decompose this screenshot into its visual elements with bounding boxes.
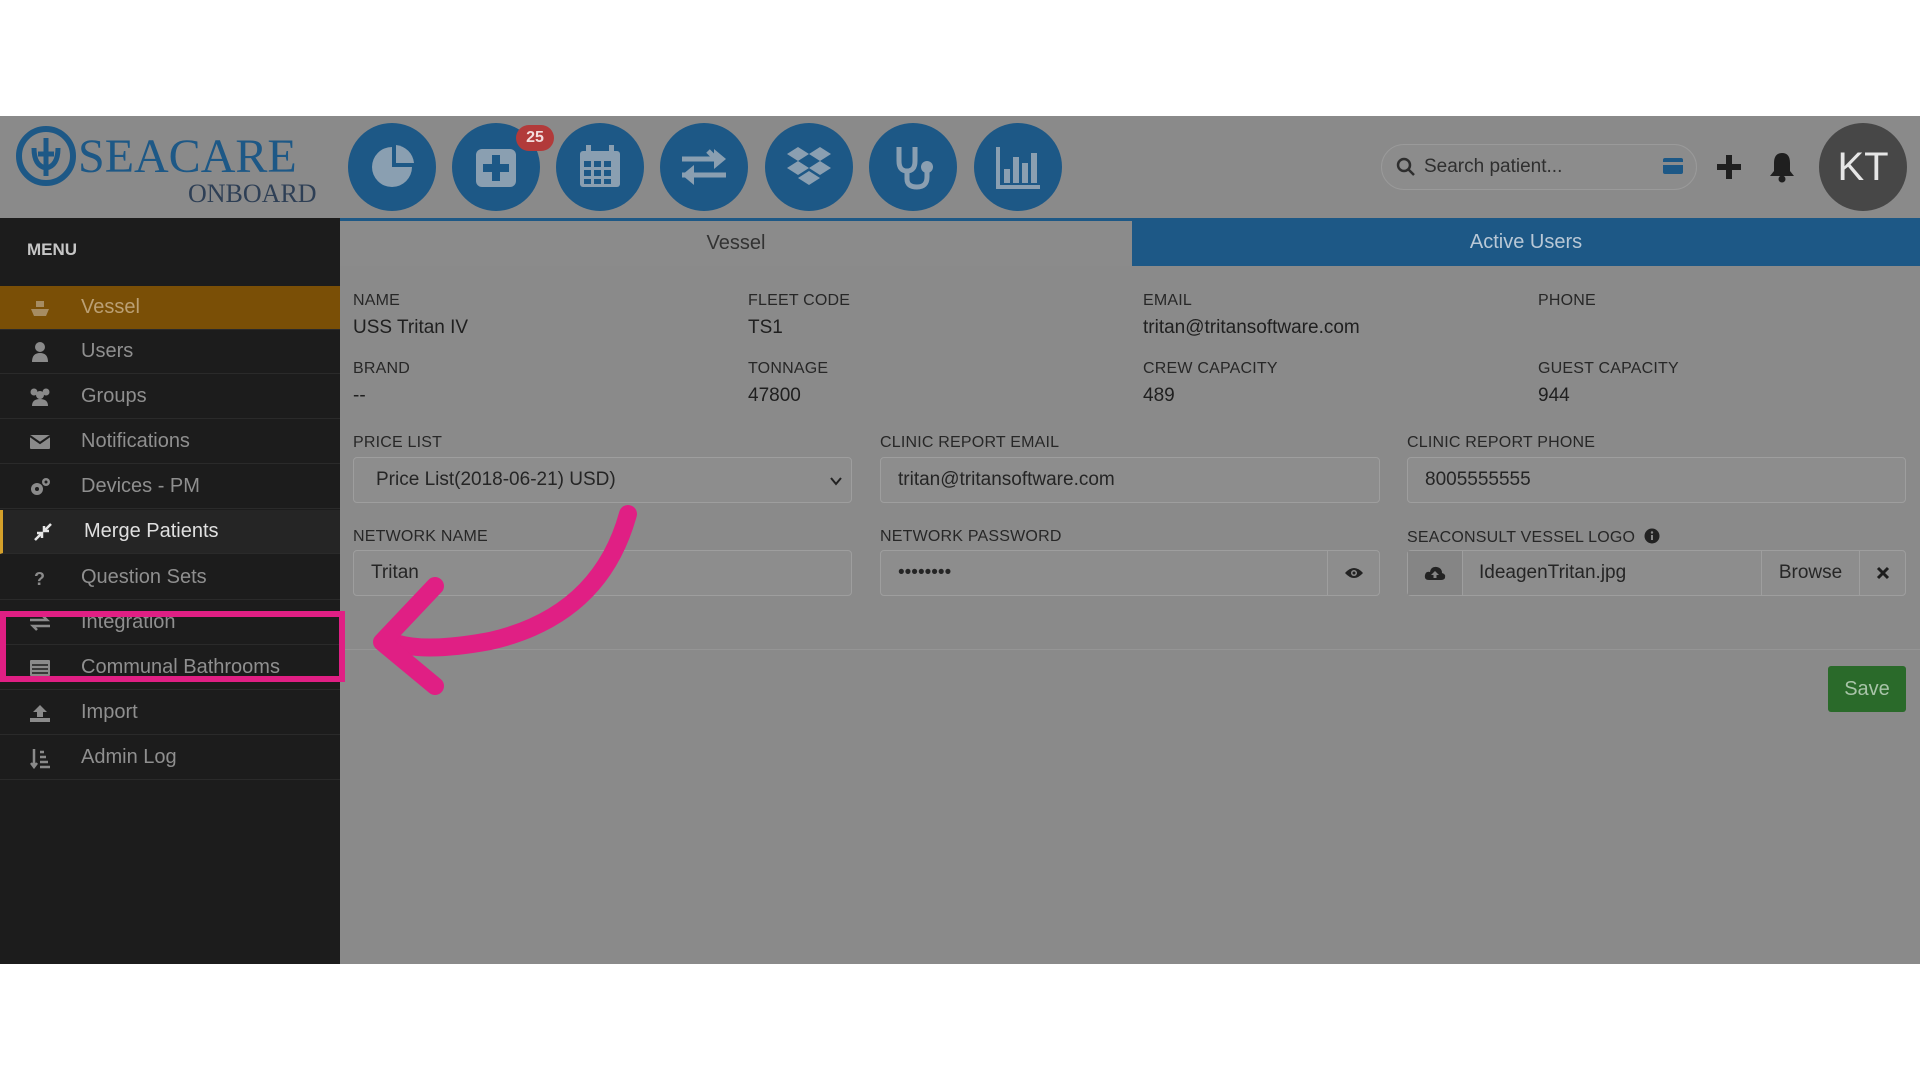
sidebar-item-label: Users xyxy=(81,340,134,362)
guest-capacity-value: 944 xyxy=(1538,385,1570,406)
logo-file-name: IdeagenTritan.jpg xyxy=(1479,562,1627,583)
tab-bar: Vessel Active Users xyxy=(340,218,1920,266)
patient-search-box[interactable] xyxy=(1381,144,1697,190)
sidebar-item-admin-log[interactable]: Admin Log xyxy=(0,736,340,780)
sidebar-item-label: Import xyxy=(81,701,138,723)
name-label: NAME xyxy=(353,292,401,309)
save-button[interactable]: Save xyxy=(1828,666,1906,712)
sidebar-item-label: Admin Log xyxy=(81,746,177,768)
bar-chart-icon xyxy=(996,147,1040,189)
clinic-report-email-label: CLINIC REPORT EMAIL xyxy=(880,434,1060,451)
clinic-report-email-value: tritan@tritansoftware.com xyxy=(898,469,1115,490)
nav-calendar-button[interactable] xyxy=(556,123,644,211)
sidebar-item-vessel[interactable]: Vessel xyxy=(0,286,340,330)
price-list-label: PRICE LIST xyxy=(353,434,443,451)
bell-icon[interactable] xyxy=(1767,150,1797,184)
user-avatar[interactable]: KT xyxy=(1819,123,1907,211)
calendar-icon xyxy=(580,145,620,187)
stethoscope-icon xyxy=(896,147,933,190)
email-label: EMAIL xyxy=(1143,292,1193,309)
sidebar-item-label: Question Sets xyxy=(81,566,207,588)
svg-text:?: ? xyxy=(34,569,45,588)
fleet-code-value: TS1 xyxy=(748,317,783,338)
clinic-report-phone-input[interactable]: 8005555555 xyxy=(1407,457,1906,503)
question-icon: ? xyxy=(28,566,52,590)
close-icon[interactable] xyxy=(1859,551,1905,595)
sidebar-item-label: Merge Patients xyxy=(84,520,219,542)
tab-vessel[interactable]: Vessel xyxy=(340,218,1132,266)
search-icon xyxy=(1396,157,1416,177)
users-icon xyxy=(28,385,52,409)
sidebar-item-import[interactable]: Import xyxy=(0,691,340,735)
sort-icon xyxy=(28,746,52,770)
sidebar-item-label: Devices - PM xyxy=(81,475,200,497)
sidebar-item-notifications[interactable]: Notifications xyxy=(0,420,340,464)
seaconsult-logo-label-text: SEACONSULT VESSEL LOGO xyxy=(1407,529,1636,546)
fleet-code-label: FLEET CODE xyxy=(748,292,851,309)
sidebar-item-question-sets[interactable]: ? Question Sets xyxy=(0,556,340,600)
ship-icon xyxy=(28,296,52,320)
add-icon[interactable] xyxy=(1714,152,1744,182)
tab-active-users[interactable]: Active Users xyxy=(1132,218,1920,266)
search-input[interactable] xyxy=(1424,156,1644,178)
cogs-icon xyxy=(28,475,52,499)
nav-reports-button[interactable] xyxy=(974,123,1062,211)
guest-capacity-label: GUEST CAPACITY xyxy=(1538,360,1679,377)
dashboard-pie-icon xyxy=(372,145,414,187)
sidebar-menu: MENU Vessel Users Groups Notifications D… xyxy=(0,218,340,964)
seacare-logo[interactable]: SEACARE ONBOARD xyxy=(16,126,332,212)
nav-dropbox-button[interactable] xyxy=(765,123,853,211)
pointer-arrow-icon xyxy=(373,505,637,695)
sidebar-item-merge-patients[interactable]: Merge Patients xyxy=(0,510,340,554)
logo-text-top: SEACARE xyxy=(78,130,297,183)
dropbox-icon xyxy=(787,147,831,185)
sidebar-item-users[interactable]: Users xyxy=(0,330,340,374)
brand-label: BRAND xyxy=(353,360,411,377)
upload-icon xyxy=(28,701,52,725)
sidebar-item-groups[interactable]: Groups xyxy=(0,375,340,419)
price-list-value: Price List(2018-06-21) USD) xyxy=(376,469,616,490)
medical-plus-icon xyxy=(476,149,516,187)
network-password-label: NETWORK PASSWORD xyxy=(880,528,1062,545)
crew-capacity-value: 489 xyxy=(1143,385,1175,406)
sidebar-item-label: Groups xyxy=(81,385,147,407)
info-icon[interactable] xyxy=(1644,528,1660,549)
vessel-logo-upload[interactable]: IdeagenTritan.jpg Browse xyxy=(1407,550,1906,596)
sidebar-item-devices-pm[interactable]: Devices - PM xyxy=(0,465,340,509)
sidebar-item-label: Vessel xyxy=(81,296,140,318)
sidebar-item-label: Notifications xyxy=(81,430,190,452)
email-value: tritan@tritansoftware.com xyxy=(1143,317,1360,338)
clinic-report-phone-value: 8005555555 xyxy=(1425,469,1531,490)
nav-dashboard-button[interactable] xyxy=(348,123,436,211)
highlight-box xyxy=(0,611,345,682)
compress-icon xyxy=(31,520,55,544)
network-password-value: •••••••• xyxy=(898,562,952,583)
top-header: SEACARE ONBOARD 25 Search patient... KT xyxy=(0,116,1920,218)
name-value: USS Tritan IV xyxy=(353,317,469,338)
clinic-report-phone-label: CLINIC REPORT PHONE xyxy=(1407,434,1596,451)
envelope-icon xyxy=(28,430,52,454)
browse-button[interactable]: Browse xyxy=(1761,551,1859,595)
clinic-report-email-input[interactable]: tritan@tritansoftware.com xyxy=(880,457,1380,503)
network-password-input[interactable]: •••••••• xyxy=(880,550,1380,596)
menu-heading: MENU xyxy=(27,240,78,259)
cloud-upload-icon xyxy=(1408,551,1463,595)
brand-value: -- xyxy=(353,385,366,406)
logo-emblem-icon: SEACARE ONBOARD xyxy=(16,126,317,208)
chevron-down-icon xyxy=(829,472,843,494)
transfer-arrows-icon xyxy=(682,149,726,185)
nav-stethoscope-button[interactable] xyxy=(869,123,957,211)
notification-count-badge: 25 xyxy=(516,125,554,151)
tonnage-label: TONNAGE xyxy=(748,360,829,377)
crew-capacity-label: CREW CAPACITY xyxy=(1143,360,1278,377)
logo-text-bottom: ONBOARD xyxy=(188,179,317,208)
phone-label: PHONE xyxy=(1538,292,1596,309)
app-window: SEACARE ONBOARD 25 Search patient... KT … xyxy=(0,116,1920,964)
eye-icon[interactable] xyxy=(1327,551,1379,595)
user-icon xyxy=(28,340,52,364)
nav-transfer-button[interactable] xyxy=(660,123,748,211)
card-icon[interactable] xyxy=(1662,157,1684,175)
seaconsult-logo-label: SEACONSULT VESSEL LOGO xyxy=(1407,528,1660,549)
tonnage-value: 47800 xyxy=(748,385,801,406)
